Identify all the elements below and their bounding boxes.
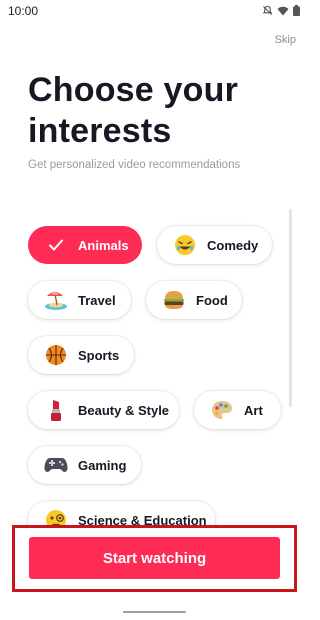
interest-chip-travel[interactable]: Travel xyxy=(28,281,131,319)
interest-chip-animals[interactable]: Animals xyxy=(28,226,142,264)
notifications-off-icon xyxy=(262,5,273,16)
interest-chip-comedy[interactable]: Comedy xyxy=(157,226,272,264)
interests-list: Animals Comedy Travel Food Sports Beauty… xyxy=(0,216,310,528)
interest-chip-food[interactable]: Food xyxy=(146,281,242,319)
laughing-emoji-icon xyxy=(173,233,197,257)
interest-label: Gaming xyxy=(78,457,127,473)
wifi-icon xyxy=(277,6,289,16)
interest-label: Food xyxy=(196,292,228,308)
hamburger-icon xyxy=(162,288,186,312)
skip-button[interactable]: Skip xyxy=(275,34,296,46)
palette-icon xyxy=(210,398,234,422)
lipstick-icon xyxy=(44,398,68,422)
basketball-icon xyxy=(44,343,68,367)
interest-label: Travel xyxy=(78,292,116,308)
interest-label: Comedy xyxy=(207,237,259,253)
interest-chip-beauty-style[interactable]: Beauty & Style xyxy=(28,391,179,429)
status-bar: 10:00 xyxy=(0,0,310,24)
check-icon xyxy=(44,233,68,257)
interest-label: Art xyxy=(244,402,263,418)
interest-label: Beauty & Style xyxy=(78,402,170,418)
interest-chip-gaming[interactable]: Gaming xyxy=(28,446,141,484)
status-icons xyxy=(262,5,300,16)
interest-label: Animals xyxy=(78,237,129,253)
interest-chip-art[interactable]: Art xyxy=(194,391,281,429)
battery-icon xyxy=(293,5,300,16)
beach-umbrella-icon xyxy=(44,288,68,312)
game-controller-icon xyxy=(44,453,68,477)
interest-chip-science-education[interactable]: Science & Education xyxy=(28,501,215,528)
status-time: 10:00 xyxy=(8,4,39,18)
start-watching-button[interactable]: Start watching xyxy=(29,537,280,579)
page-subtitle: Get personalized video recommendations xyxy=(28,159,241,171)
home-indicator[interactable] xyxy=(123,611,186,613)
page-title: Choose your interests xyxy=(28,71,239,150)
cta-highlight-frame: Start watching xyxy=(12,525,297,592)
interest-label: Sports xyxy=(78,347,120,363)
interest-chip-sports[interactable]: Sports xyxy=(28,336,134,374)
